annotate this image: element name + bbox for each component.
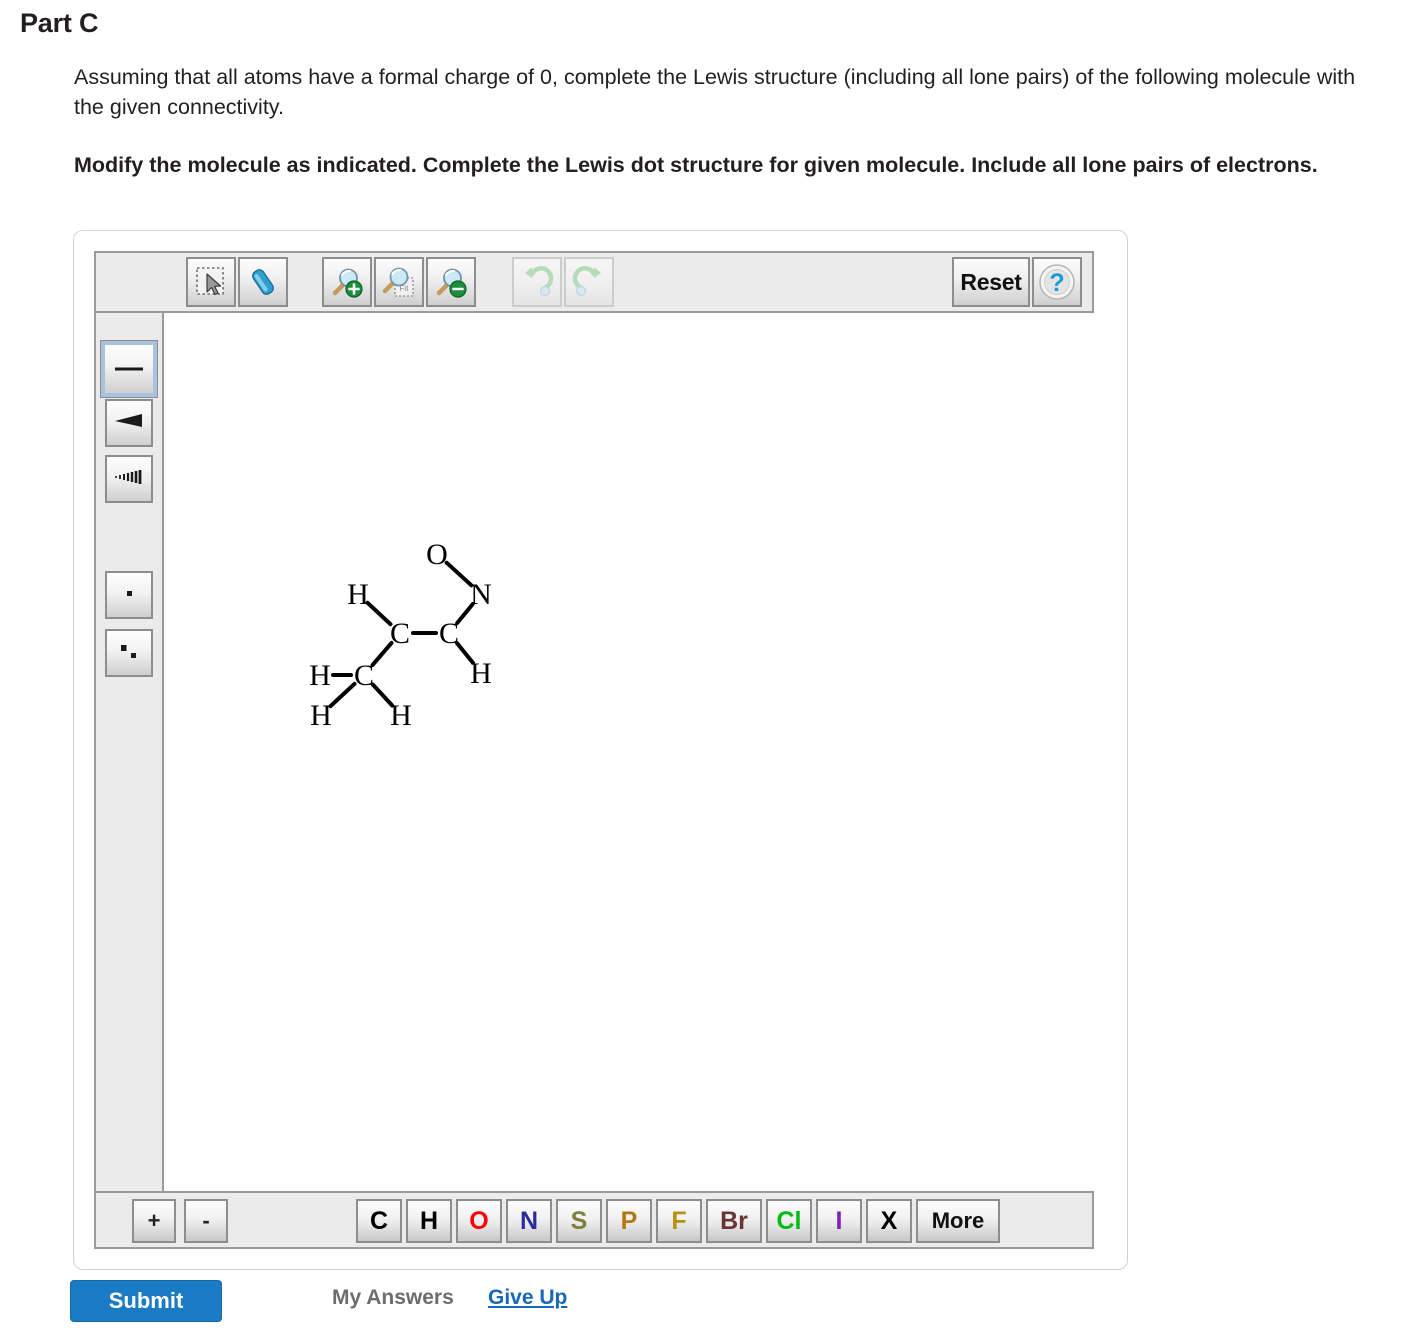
help-button[interactable]: ? <box>1032 257 1082 307</box>
undo-button[interactable] <box>512 257 562 307</box>
element-button-cl[interactable]: Cl <box>766 1199 812 1243</box>
lone-pair-icon <box>111 633 147 674</box>
svg-text:?: ? <box>1049 269 1064 297</box>
bond-C1-H1[interactable] <box>365 600 393 627</box>
question-intro-text: Assuming that all atoms have a formal ch… <box>74 65 1356 119</box>
editor-toolbar: Fit Reset ? <box>94 251 1094 313</box>
charge-plus-button[interactable]: + <box>132 1199 176 1243</box>
help-question-icon: ? <box>1037 262 1077 302</box>
drawing-canvas[interactable]: ONHCCHHCHH <box>164 313 1094 1191</box>
molecule-editor-inner: Fit Reset ? O N H C C H H C H H + - C H … <box>94 251 1094 1249</box>
zoom-in-tool-button[interactable] <box>322 257 372 307</box>
single-bond-icon <box>109 347 149 392</box>
element-button-i[interactable]: I <box>816 1199 862 1243</box>
select-tool-button[interactable] <box>186 257 236 307</box>
hash-bond-icon <box>111 459 147 500</box>
atom-label-c1[interactable]: C <box>390 617 410 650</box>
lewis-structure-drawing[interactable]: ONHC CHH CH H <box>164 313 1094 1191</box>
page-title: Part C <box>20 8 99 38</box>
editor-body: ONHCCHHCHH <box>94 313 1094 1191</box>
atom-label-c3[interactable]: C <box>354 659 374 692</box>
element-button-more[interactable]: More <box>916 1199 1000 1243</box>
zoom-in-icon <box>330 265 364 299</box>
zoom-out-tool-button[interactable] <box>426 257 476 307</box>
hash-bond-tool-button[interactable] <box>105 455 153 503</box>
eraser-icon <box>246 265 280 299</box>
submit-button-label: Submit <box>108 1288 184 1313</box>
single-electron-tool-button[interactable] <box>105 571 153 619</box>
toolbar-group-right: Reset ? <box>952 257 1084 307</box>
question-prose: Assuming that all atoms have a formal ch… <box>74 62 1359 190</box>
zoom-fit-tool-button[interactable]: Fit <box>374 257 424 307</box>
reset-button[interactable]: Reset <box>952 257 1030 307</box>
zoom-out-icon <box>434 265 468 299</box>
toolbar-group-edit <box>186 257 290 307</box>
element-button-o[interactable]: O <box>456 1199 502 1243</box>
molecule-editor-panel: Fit Reset ? O N H C C H H C H H + - C H … <box>73 230 1128 1270</box>
charge-minus-button[interactable]: - <box>184 1199 228 1243</box>
atom-label-h1[interactable]: H <box>347 578 369 611</box>
my-answers-link[interactable]: My Answers <box>332 1286 454 1310</box>
atom-label-h5[interactable]: H <box>390 699 412 732</box>
element-button-x[interactable]: X <box>866 1199 912 1243</box>
atom-label-h2[interactable]: H <box>470 657 492 690</box>
wedge-bond-icon <box>111 403 147 444</box>
bond-C3-H4[interactable] <box>328 681 357 709</box>
atom-label-o1[interactable]: O <box>426 538 448 571</box>
wedge-bond-tool-button[interactable] <box>105 399 153 447</box>
toolbar-group-zoom: Fit <box>322 257 478 307</box>
element-button-n[interactable]: N <box>506 1199 552 1243</box>
eraser-tool-button[interactable] <box>238 257 288 307</box>
element-button-f[interactable]: F <box>656 1199 702 1243</box>
redo-icon <box>572 265 606 299</box>
single-dot-icon <box>111 575 147 616</box>
atom-label-h4[interactable]: H <box>310 699 332 732</box>
question-instruction-text: Modify the molecule as indicated. Comple… <box>74 153 1318 177</box>
element-button-h[interactable]: H <box>406 1199 452 1243</box>
element-button-s[interactable]: S <box>556 1199 602 1243</box>
reset-button-label: Reset <box>960 268 1022 295</box>
select-arrow-icon <box>194 265 228 299</box>
element-button-p[interactable]: P <box>606 1199 652 1243</box>
give-up-link[interactable]: Give Up <box>488 1286 567 1310</box>
element-button-br[interactable]: Br <box>706 1199 762 1243</box>
element-button-c[interactable]: C <box>356 1199 402 1243</box>
submit-button[interactable]: Submit <box>70 1280 222 1322</box>
toolbar-group-history <box>512 257 616 307</box>
element-palette: + - C H O N S P F Br Cl I X More <box>94 1191 1094 1249</box>
bond-O1-N1[interactable] <box>444 560 474 588</box>
single-bond-tool-button[interactable] <box>100 340 158 398</box>
bond-tool-rail <box>96 313 164 1191</box>
atom-label-h3[interactable]: H <box>309 659 331 692</box>
atom-label-n1[interactable]: N <box>470 578 492 611</box>
atom-label-c2[interactable]: C <box>439 617 459 650</box>
undo-icon <box>520 265 554 299</box>
zoom-fit-icon: Fit <box>382 265 416 299</box>
redo-button[interactable] <box>564 257 614 307</box>
bond-C1-C3[interactable] <box>370 640 394 668</box>
lone-pair-tool-button[interactable] <box>105 629 153 677</box>
